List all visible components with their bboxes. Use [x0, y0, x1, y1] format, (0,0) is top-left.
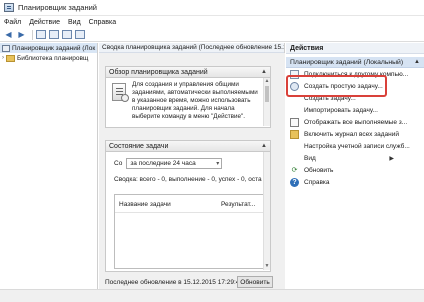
last-update-text: Последнее обновление в 15.12.2015 17:29:…	[105, 279, 244, 286]
action-label: Справка	[304, 178, 330, 186]
status-title: Состояние задачи	[109, 142, 169, 150]
action-label: Включить журнал всех заданий	[304, 130, 399, 138]
summary-body: Обзор планировщика заданий ▲ Для создани…	[99, 53, 285, 289]
action-pane-icon[interactable]	[75, 30, 85, 39]
submenu-arrow-icon: ▶	[389, 155, 394, 162]
folder-icon	[290, 129, 299, 139]
action-help[interactable]: ? Справка	[286, 176, 424, 188]
status-bar	[0, 289, 424, 302]
action-label: Вид	[304, 154, 316, 162]
action-service-account[interactable]: Настройка учетной записи служб...	[286, 140, 424, 152]
toolbar: ◀ ▶	[0, 28, 424, 42]
menu-bar: Файл Действие Вид Справка	[0, 16, 424, 28]
header-divider	[115, 212, 263, 213]
help-icon: ?	[290, 177, 299, 187]
scroll-down-icon[interactable]: ▼	[264, 263, 270, 270]
tree-item-scheduler-root[interactable]: Планировщик заданий (Лок	[0, 43, 97, 53]
menu-action[interactable]: Действие	[29, 19, 60, 26]
task-status-table: Название задачи Результат...	[114, 194, 264, 269]
column-task-name[interactable]: Название задачи	[119, 201, 221, 208]
action-view[interactable]: Вид ▶	[286, 152, 424, 164]
properties-icon[interactable]	[49, 30, 59, 39]
refresh-icon: ⟳	[291, 167, 298, 174]
highlight-box	[286, 75, 387, 97]
actions-title: Действия	[286, 43, 424, 54]
action-enable-history[interactable]: Включить журнал всех заданий	[286, 128, 424, 140]
menu-view[interactable]: Вид	[68, 19, 81, 26]
refresh-button[interactable]: Обновить	[237, 276, 273, 288]
action-import-task[interactable]: Импортировать задачу...	[286, 104, 424, 116]
status-section-header[interactable]: Состояние задачи ▲	[105, 140, 271, 152]
menu-file[interactable]: Файл	[4, 19, 21, 26]
action-show-running[interactable]: Отображать все выполняемые з...	[286, 116, 424, 128]
blank-icon	[290, 142, 299, 151]
collapse-icon[interactable]: ▲	[414, 59, 420, 65]
status-summary: Сводка: всего - 0, выполнение - 0, успех…	[114, 176, 262, 183]
title-bar: Планировщик заданий	[0, 0, 424, 16]
action-label: Отображать все выполняемые з...	[304, 118, 408, 126]
back-icon[interactable]: ◀	[3, 30, 14, 40]
action-refresh[interactable]: ⟳ Обновить	[286, 164, 424, 176]
overview-section-body: Для создания и управления общими задания…	[105, 78, 271, 128]
help-panel-icon[interactable]	[62, 30, 72, 39]
tree-item-label: Библиотека планировщ	[17, 54, 89, 62]
collapse-icon[interactable]: ▲	[261, 69, 267, 75]
table-header: Название задачи Результат...	[119, 201, 255, 208]
blank-icon	[290, 154, 299, 163]
overview-scrollbar[interactable]: ▲	[263, 78, 270, 126]
summary-header: Сводка планировщика заданий (Последнее о…	[99, 43, 284, 53]
forward-icon[interactable]: ▶	[16, 30, 27, 40]
tree-item-label: Планировщик заданий (Лок	[12, 44, 96, 52]
collapse-icon[interactable]: ▲	[261, 143, 267, 149]
overview-section-header[interactable]: Обзор планировщика заданий ▲	[105, 66, 271, 78]
overview-title: Обзор планировщика заданий	[109, 68, 208, 76]
action-label: Импортировать задачу...	[304, 106, 378, 114]
task-scheduler-app-icon	[4, 3, 14, 12]
chevron-down-icon[interactable]: ▾	[216, 160, 219, 167]
period-select[interactable]: за последние 24 часа ▾	[126, 158, 223, 169]
status-scrollbar[interactable]: ▼	[263, 152, 270, 270]
scroll-up-icon[interactable]: ▲	[264, 78, 270, 85]
action-label: Настройка учетной записи служб...	[304, 142, 410, 150]
folder-icon	[6, 54, 15, 62]
scheduler-icon	[2, 44, 10, 52]
document-clock-icon	[112, 83, 129, 102]
list-icon	[290, 117, 299, 127]
menu-help[interactable]: Справка	[89, 19, 116, 26]
tree-item-library[interactable]: › Библиотека планировщ	[0, 53, 97, 63]
navigation-tree: Планировщик заданий (Лок › Библиотека пл…	[0, 43, 98, 289]
status-filter-row: Со за последние 24 часа ▾	[114, 158, 223, 169]
toolbar-separator	[32, 29, 33, 40]
column-result[interactable]: Результат...	[221, 201, 255, 208]
window-title: Планировщик заданий	[18, 3, 97, 12]
period-value: за последние 24 часа	[130, 160, 196, 167]
status-section-body: Со за последние 24 часа ▾ Сводка: всего …	[105, 152, 271, 272]
summary-pane: Сводка планировщика заданий (Последнее о…	[99, 43, 285, 289]
scroll-thumb[interactable]	[265, 86, 269, 102]
action-label: Обновить	[304, 166, 334, 174]
overview-text: Для создания и управления общими задания…	[132, 81, 258, 120]
status-label: Со	[114, 160, 123, 167]
last-update-bar: Последнее обновление в 15.12.2015 17:29:…	[99, 276, 285, 289]
show-tree-icon[interactable]	[36, 30, 46, 39]
blank-icon	[290, 106, 299, 115]
actions-group-label: Планировщик заданий (Локальный)	[290, 58, 404, 66]
actions-group-scheduler[interactable]: Планировщик заданий (Локальный) ▲	[286, 57, 424, 68]
